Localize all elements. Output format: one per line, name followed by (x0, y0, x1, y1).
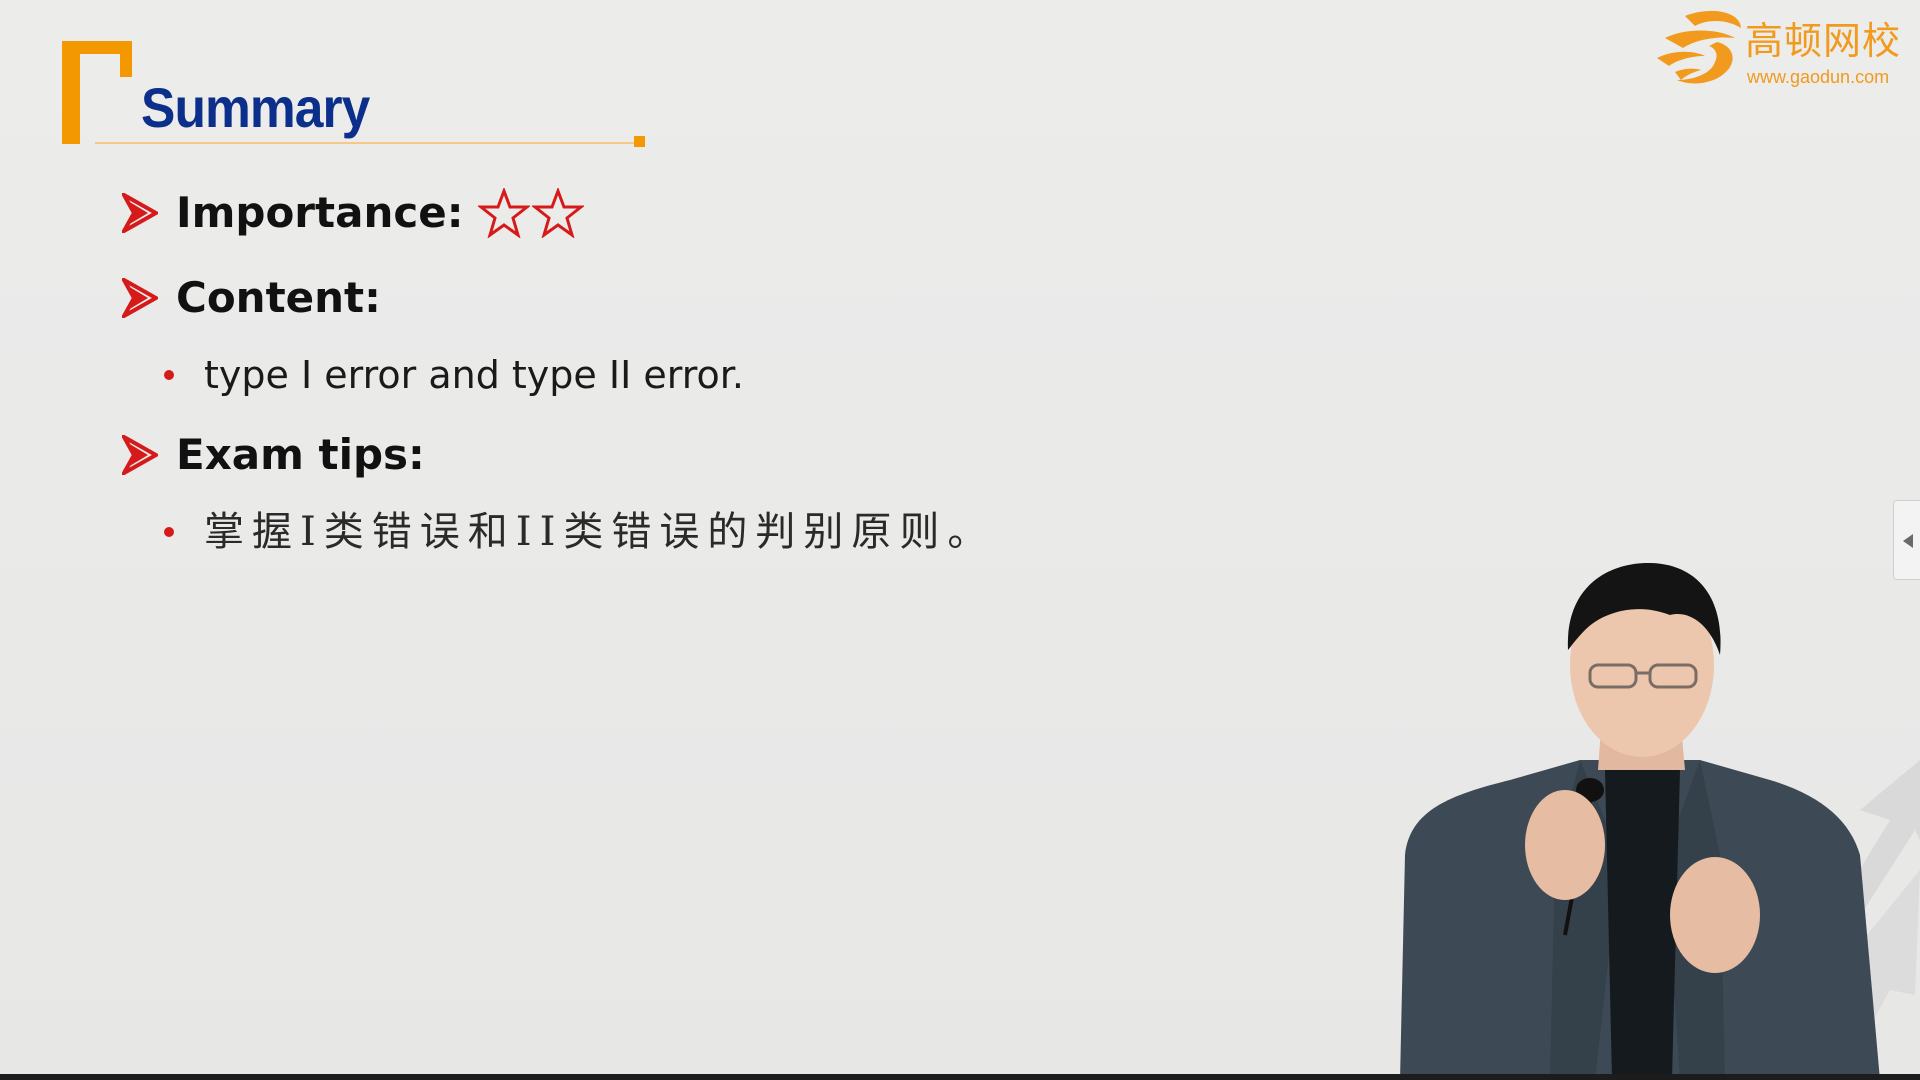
gaodun-logo-mark-icon (1657, 10, 1741, 84)
bullet-dot-icon (164, 370, 174, 380)
lecture-slide: Summary 高顿网校 www.gaodun.com Importance: (0, 0, 1920, 1080)
arrowhead-icon (122, 435, 158, 475)
logo-url: www.gaodun.com (1747, 67, 1890, 87)
item-label: Importance: (176, 188, 464, 237)
title-underline-dot (634, 136, 645, 147)
logo-name: 高顿网校 (1745, 19, 1902, 63)
bottom-strip (0, 1074, 1920, 1080)
sub-item-text: type I error and type II error. (204, 353, 744, 397)
star-outline-icon (477, 188, 530, 238)
arrowhead-icon (122, 278, 158, 318)
bullet-dot-icon (164, 527, 174, 537)
presenter-video (1400, 563, 1880, 1080)
collapse-left-icon (1903, 534, 1913, 548)
title-bracket-decoration (62, 41, 132, 144)
summary-item-content: Content: (122, 277, 381, 319)
exam-tips-sub-item: 掌握I类错误和II类错误的判别原则。 (164, 512, 995, 552)
star-outline-icon (531, 188, 584, 238)
summary-item-exam-tips: Exam tips: (122, 434, 425, 476)
item-label: Exam tips: (176, 430, 425, 479)
gaodun-logo: 高顿网校 www.gaodun.com (1655, 2, 1915, 92)
importance-rating (477, 188, 586, 238)
sub-item-text: 掌握I类错误和II类错误的判别原则。 (204, 509, 996, 555)
item-label: Content: (176, 273, 381, 322)
arrowhead-icon (122, 193, 158, 233)
summary-item-importance: Importance: (122, 188, 586, 238)
slide-title: Summary (141, 76, 370, 139)
title-underline (95, 142, 645, 144)
content-sub-item: type I error and type II error. (164, 356, 744, 394)
